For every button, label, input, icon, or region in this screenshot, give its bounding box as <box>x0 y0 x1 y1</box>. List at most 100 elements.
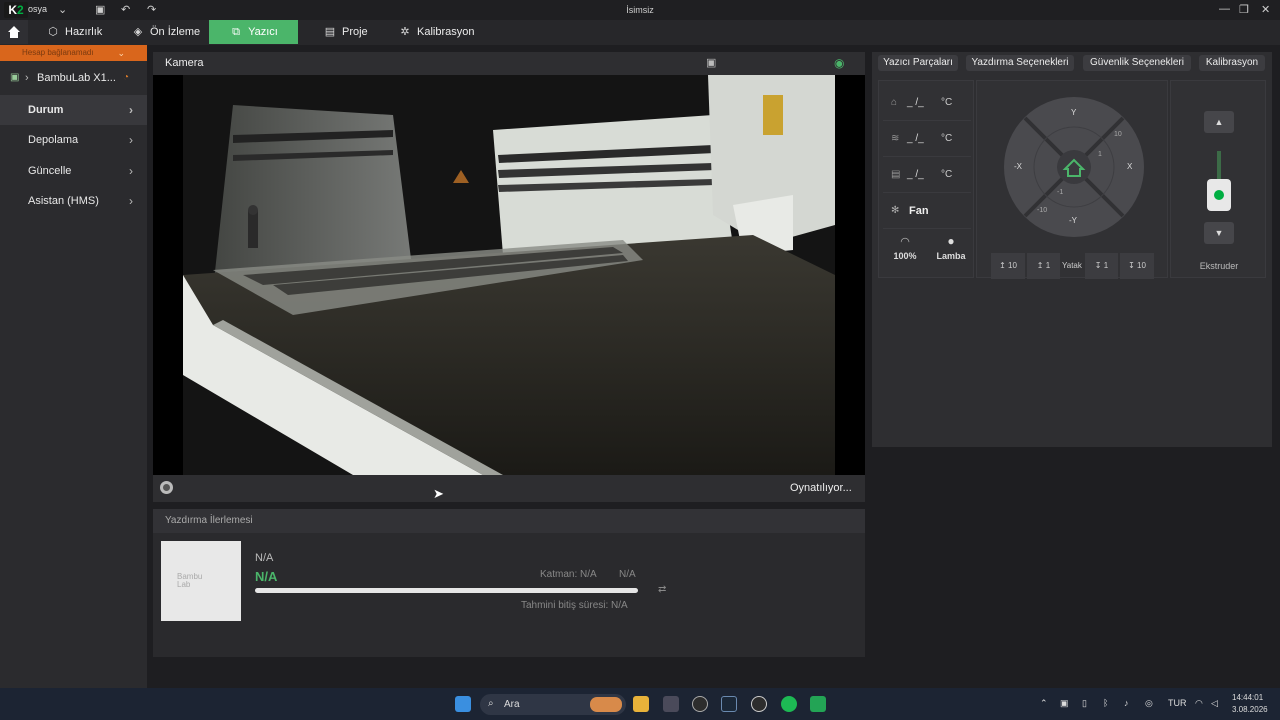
maximize-icon[interactable]: ❐ <box>1239 3 1249 16</box>
minimize-icon[interactable]: — <box>1219 3 1230 15</box>
printer-icon: ▣ <box>10 72 20 83</box>
tab-yazici-parcalari[interactable]: Yazıcı Parçaları <box>878 55 958 71</box>
bed-temp: _ /_ <box>907 133 924 144</box>
chevron-up-icon[interactable]: ⌃ <box>1040 698 1048 709</box>
tab-yazici[interactable]: ⧉ Yazıcı <box>209 20 298 44</box>
lamp-label: Lamba <box>936 251 966 261</box>
bed-step-label: 1 <box>1103 261 1109 270</box>
cube-icon: ⬡ <box>48 26 58 38</box>
windows-start-icon[interactable] <box>455 696 471 712</box>
speedometer-icon: ◠ <box>900 236 910 248</box>
network-tray-icon[interactable]: ▣ <box>1060 698 1069 709</box>
app-icon[interactable] <box>751 696 767 712</box>
camera-title: Kamera <box>165 57 204 69</box>
printer-selector[interactable]: ▣ › BambuLab X1... ◔ <box>0 64 147 92</box>
bed-down-1-button[interactable]: ↧ 1 <box>1085 253 1118 279</box>
arrow-up-icon: ↥ <box>1036 261 1046 270</box>
sidebar-item-depolama[interactable]: Depolama › <box>0 125 147 155</box>
sidebar-item-durum[interactable]: Durum › <box>0 95 147 125</box>
tab-label: Proje <box>342 26 368 38</box>
jog-step-1: 1 <box>1098 151 1102 158</box>
chamber-temp-row[interactable]: ▤ _ /_ °C <box>883 157 971 193</box>
volume-icon[interactable]: ◁ <box>1211 698 1218 709</box>
temp-unit: °C <box>941 97 953 108</box>
lamp-button[interactable]: ● Lamba <box>929 233 973 273</box>
banner-text: Hesap bağlanamadı <box>22 48 94 57</box>
record-button[interactable] <box>160 481 173 494</box>
bed-label: Yatak <box>1062 261 1082 270</box>
printer-icon: ⧉ <box>232 26 241 38</box>
print-status: N/A <box>255 569 278 584</box>
steam-icon[interactable] <box>721 696 737 712</box>
speed-button[interactable]: ◠ 100% <box>883 233 927 273</box>
layer-info: Katman: N/A <box>540 569 597 580</box>
nozzle-icon: ⌂ <box>891 97 898 108</box>
tab-on-izleme[interactable]: ◈ Ön İzleme <box>131 20 211 44</box>
nozzle-temp-row[interactable]: ⌂ _ /_ °C <box>883 85 971 121</box>
bed-temp-row[interactable]: ≋ _ /_ °C <box>883 121 971 157</box>
chamber-temp: _ /_ <box>907 169 924 180</box>
print-progress-panel: Yazdırma İlerlemesi Bambu Lab N/A N/A Ka… <box>153 509 865 657</box>
sidebar-item-guncelle[interactable]: Güncelle › <box>0 156 147 186</box>
record-icon <box>163 484 170 491</box>
bed-step-label: 10 <box>1008 261 1017 270</box>
chevron-right-icon: › <box>129 133 133 147</box>
store-icon[interactable] <box>663 696 679 712</box>
bambu-studio-icon[interactable] <box>810 696 826 712</box>
printer-name: BambuLab X1... <box>37 72 116 84</box>
file-explorer-icon[interactable] <box>633 696 649 712</box>
bed-up-10-button[interactable]: ↥ 10 <box>991 253 1025 279</box>
window-title: İsimsiz <box>626 5 654 15</box>
jog-x-left[interactable]: -X <box>1014 162 1022 171</box>
close-icon[interactable]: ✕ <box>1261 3 1270 16</box>
chevron-right-icon: › <box>25 72 29 84</box>
spotify-icon[interactable] <box>781 696 797 712</box>
tab-proje[interactable]: ▤ Proje <box>323 20 383 44</box>
extruder-down-button[interactable]: ▼ <box>1204 222 1234 244</box>
usb-icon[interactable]: ▯ <box>1082 698 1087 709</box>
tab-label: Kalibrasyon <box>417 26 475 38</box>
wifi-icon[interactable]: ◠ <box>1195 698 1203 709</box>
camera-settings-icon[interactable]: ▣ <box>706 52 716 74</box>
taskbar-search[interactable]: ⌕ Ara <box>480 694 626 715</box>
home-button[interactable] <box>0 20 28 44</box>
sidebar-item-label: Güncelle <box>28 165 72 177</box>
chevron-right-icon: › <box>129 194 133 208</box>
camera-toggle-icon[interactable]: ◉ <box>834 52 844 74</box>
jog-x-right[interactable]: X <box>1127 162 1132 171</box>
fan-row[interactable]: ✻ Fan <box>883 193 971 229</box>
account-banner[interactable]: Hesap bağlanamadı ⌄ <box>0 45 147 61</box>
jog-y-down[interactable]: -Y <box>1069 216 1077 225</box>
tab-label: Yazıcı <box>248 26 278 38</box>
extruder-up-button[interactable]: ▲ <box>1204 111 1234 133</box>
bed-up-1-button[interactable]: ↥ 1 <box>1027 253 1060 279</box>
search-placeholder: Ara <box>504 699 520 710</box>
sidebar-item-asistan[interactable]: Asistan (HMS) › <box>0 186 147 216</box>
tab-guvenlik-secenekleri[interactable]: Güvenlik Seçenekleri <box>1083 55 1191 71</box>
progress-percent: N/A <box>619 569 636 580</box>
tab-yazdirma-secenekleri[interactable]: Yazdırma Seçenekleri <box>966 55 1074 71</box>
arrow-up-icon: ↥ <box>999 261 1009 270</box>
microphone-icon[interactable]: ♪ <box>1124 698 1129 708</box>
temperature-box: ⌂ _ /_ °C ≋ _ /_ °C ▤ _ /_ °C ✻ Fan ◠ 10… <box>878 80 974 278</box>
tab-kalibrasyon[interactable]: ✲ Kalibrasyon <box>398 20 488 44</box>
tab-kalibrasyon-right[interactable]: Kalibrasyon <box>1199 55 1265 71</box>
camera-feed <box>153 75 865 475</box>
print-thumbnail: Bambu Lab <box>161 541 241 621</box>
chevron-down-icon: ⌄ <box>117 48 125 58</box>
speed-icon[interactable]: ⇄ <box>658 584 666 595</box>
language-indicator[interactable]: TUR <box>1168 698 1187 708</box>
task-name: N/A <box>255 552 274 564</box>
bed-step-label: 10 <box>1137 261 1146 270</box>
clock-date[interactable]: 3.08.2026 <box>1232 705 1268 714</box>
browser-icon[interactable] <box>692 696 708 712</box>
bed-down-10-button[interactable]: ↧ 10 <box>1120 253 1154 279</box>
fan-label: Fan <box>909 205 929 217</box>
fan-icon: ✻ <box>891 205 900 216</box>
jog-y-up[interactable]: Y <box>1071 108 1076 117</box>
bluetooth-icon[interactable]: ᛒ <box>1103 698 1108 708</box>
vpn-icon[interactable]: ◎ <box>1145 698 1153 709</box>
tab-hazirlik[interactable]: ⬡ Hazırlık <box>46 20 136 44</box>
clock-time[interactable]: 14:44:01 <box>1232 693 1263 702</box>
extruder-box: ▲ ▼ Ekstruder <box>1170 80 1266 278</box>
